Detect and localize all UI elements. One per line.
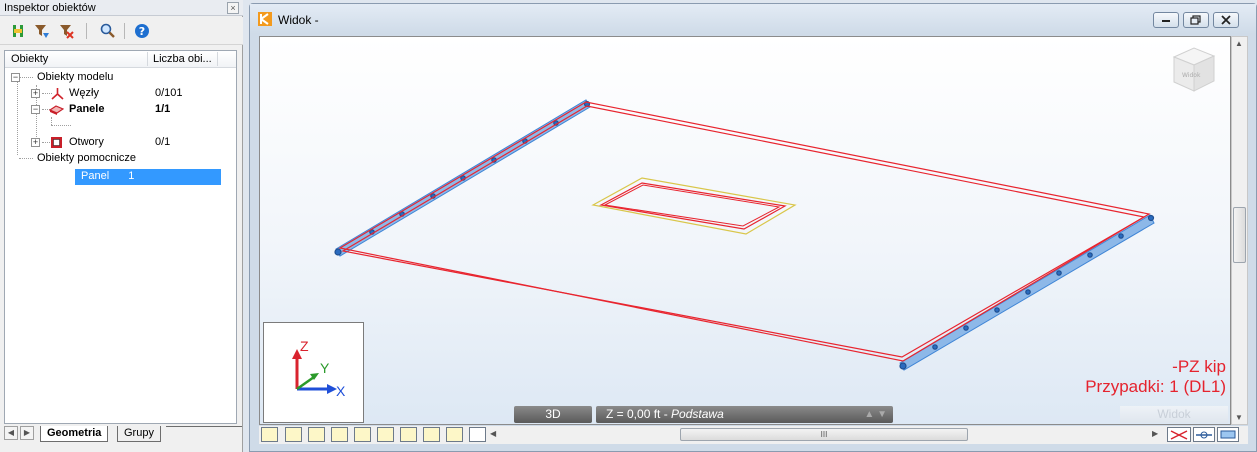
tree-node-label: Panel <box>81 170 110 182</box>
supports-icon[interactable] <box>354 427 371 442</box>
story-up-down-icon[interactable]: ▲ ▼ <box>864 406 887 423</box>
display-grid-icon[interactable] <box>469 427 486 442</box>
supports-symbol-icon[interactable] <box>377 427 394 442</box>
scroll-up-icon[interactable]: ▲ <box>1235 39 1243 48</box>
tree-line <box>51 125 71 126</box>
collapse-icon[interactable]: − <box>11 73 20 82</box>
result-annotation: -PZ kip Przypadki: 1 (DL1) <box>1020 357 1226 397</box>
close-icon[interactable]: × <box>227 2 239 14</box>
section-cut-icon[interactable] <box>1167 427 1191 442</box>
tree-node-label: Panele <box>69 103 105 115</box>
expand-icon[interactable]: + <box>31 89 40 98</box>
tree-node-id: 1 <box>128 170 135 182</box>
z-level: Z = 0,00 ft <box>606 407 661 421</box>
inspector-title: Inspektor obiektów <box>4 2 96 14</box>
svg-text:?: ? <box>139 25 145 38</box>
scroll-down-icon[interactable]: ▼ <box>1235 413 1243 422</box>
axes-indicator: Z Y X <box>263 322 364 423</box>
opening-contour[interactable] <box>591 177 797 235</box>
view-scale-icon[interactable] <box>1193 427 1215 442</box>
tree-node-label: Obiekty modelu <box>37 71 114 83</box>
slab-icon[interactable] <box>423 427 440 442</box>
bar-numbers-icon[interactable] <box>285 427 302 442</box>
story-level-selector[interactable]: Z = 0,00 ft - Podstawa ▲ ▼ <box>596 406 893 423</box>
close-button[interactable] <box>1213 12 1239 28</box>
collapse-icon[interactable]: − <box>31 105 40 114</box>
panel-contour[interactable] <box>338 101 1151 362</box>
panel-numbers-icon[interactable] <box>308 427 325 442</box>
tree-node-panels[interactable]: − Panele 1/1 <box>7 102 227 118</box>
filter-clear-icon[interactable] <box>56 22 76 40</box>
tree-node-panel-1[interactable]: Panel 1 <box>75 169 221 185</box>
view-bottom-toolbar: ◀ III ▶ <box>259 426 1248 444</box>
column-header-count[interactable]: Liczba obi... <box>153 53 212 65</box>
tree-node-count: 0/1 <box>155 136 171 148</box>
opening-icon <box>50 136 63 152</box>
vertical-scroll-thumb[interactable] <box>1233 207 1246 263</box>
object-tree: Obiekty Liczba obi... − Obiekty modelu +… <box>4 50 237 424</box>
help-icon[interactable]: ? <box>132 22 152 40</box>
horizontal-scrollbar[interactable]: III <box>498 426 1150 443</box>
chevron-right-icon[interactable]: ▶ <box>20 426 34 440</box>
tree-node-openings[interactable]: + Otwory 0/1 <box>7 135 227 151</box>
tab-grupy[interactable]: Grupy <box>117 426 161 442</box>
column-header-objects[interactable]: Obiekty <box>11 53 48 65</box>
inspector-title-bar: Inspektor obiektów × <box>0 0 243 16</box>
tree-header: Obiekty Liczba obi... <box>5 51 236 68</box>
chevron-right-icon[interactable]: ▶ <box>1152 429 1158 438</box>
column-divider[interactable] <box>217 52 218 66</box>
filter-icon[interactable] <box>32 22 52 40</box>
object-inspector-panel: Inspektor obiektów × ? Obiekty Liczba ob… <box>0 0 243 452</box>
tab-geometria[interactable]: Geometria <box>40 426 109 442</box>
view-window: Widok - Widok Z Y X -PZ kip Przypadki: 1… <box>249 3 1257 452</box>
story-name: Podstawa <box>671 407 724 421</box>
chevron-left-icon[interactable]: ◀ <box>4 426 18 440</box>
panel-contour-icon[interactable] <box>400 427 417 442</box>
tree-node-label: Obiekty pomocnicze <box>37 152 137 164</box>
tree-node-label: Otwory <box>69 136 104 148</box>
search-icon[interactable] <box>98 22 118 40</box>
load-values-icon[interactable] <box>446 427 463 442</box>
view-cube-text: Widok <box>1182 72 1201 79</box>
view-title-bar[interactable]: Widok - <box>250 4 1256 34</box>
3d-view-canvas[interactable]: Widok Z Y X -PZ kip Przypadki: 1 (DL1) 3… <box>259 36 1231 425</box>
inspector-tab-bar: ◀ ▶ Geometria Grupy <box>0 426 243 442</box>
tree-node-nodes[interactable]: + Węzły 0/101 <box>7 86 227 102</box>
horizontal-scroll-thumb[interactable]: III <box>680 428 968 441</box>
view-label: Widok <box>1120 406 1228 423</box>
panel-icon <box>48 103 65 119</box>
panel-fill-icon[interactable] <box>331 427 348 442</box>
tree-node-count: 1/1 <box>155 103 171 115</box>
node-numbers-icon[interactable] <box>261 427 278 442</box>
tree-node-label: Węzły <box>69 87 99 99</box>
result-unit: -PZ kip <box>1172 357 1226 376</box>
tree-node-model-objects[interactable]: − Obiekty modelu <box>7 70 227 86</box>
support-line-right[interactable] <box>899 214 1155 371</box>
tab-bar-line <box>166 426 242 427</box>
axis-x-label: X <box>336 383 346 399</box>
expand-icon[interactable]: + <box>31 138 40 147</box>
chevron-left-icon[interactable]: ◀ <box>490 429 496 438</box>
vertical-scrollbar[interactable]: ▲ ▼ <box>1231 36 1248 425</box>
view-mode-3d[interactable]: 3D <box>514 406 592 423</box>
z-separator: - <box>660 407 672 421</box>
select-tree-icon[interactable] <box>8 22 28 40</box>
column-divider[interactable] <box>147 52 148 66</box>
node-icon <box>51 87 64 103</box>
view-cube[interactable]: Widok <box>1172 47 1216 92</box>
toolbar-separator <box>124 23 125 39</box>
tree-node-auxiliary-objects[interactable]: Obiekty pomocnicze <box>7 151 227 167</box>
restore-button[interactable] <box>1183 12 1209 28</box>
axis-z-label: Z <box>300 338 309 354</box>
inspector-toolbar: ? <box>0 17 243 45</box>
tree-node-count: 0/101 <box>155 87 183 99</box>
minimize-button[interactable] <box>1153 12 1179 28</box>
robot-app-icon <box>258 12 272 26</box>
zoom-icon[interactable] <box>1217 427 1239 442</box>
result-load-case: Przypadki: 1 (DL1) <box>1085 377 1226 396</box>
toolbar-separator <box>86 23 87 39</box>
axis-y-label: Y <box>320 360 330 376</box>
view-title: Widok - <box>278 13 319 27</box>
